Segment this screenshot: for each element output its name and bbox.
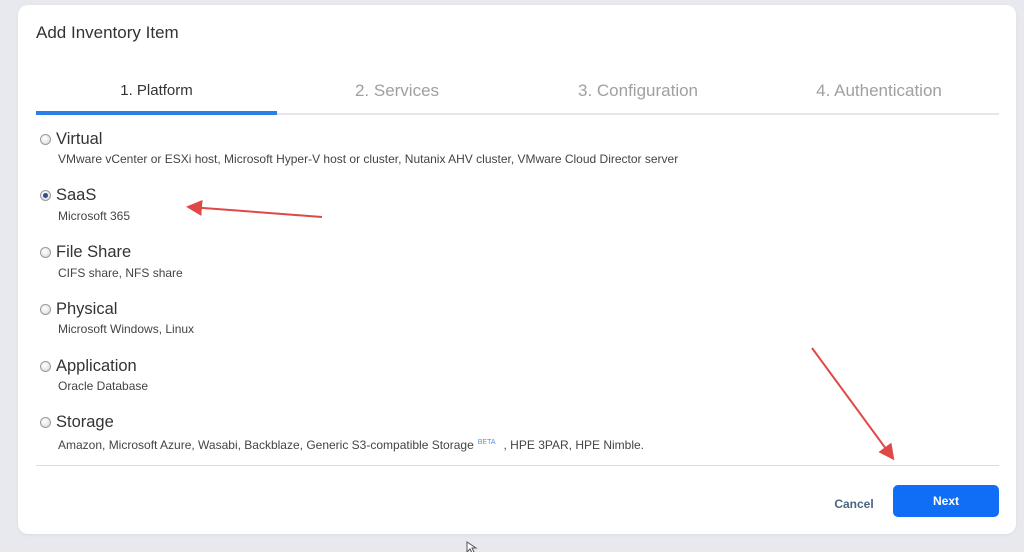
option-label[interactable]: Virtual — [56, 130, 102, 149]
radio-storage[interactable] — [40, 417, 51, 429]
platform-option-application[interactable]: Application Oracle Database — [40, 355, 980, 412]
beta-badge: BETA — [477, 438, 496, 446]
radio-file-share[interactable] — [40, 247, 51, 259]
storage-description-text: Amazon, Microsoft Azure, Wasabi, Backbla… — [58, 437, 474, 452]
option-description: Amazon, Microsoft Azure, Wasabi, Backbla… — [58, 438, 980, 452]
radio-virtual[interactable] — [40, 133, 51, 145]
option-description: Microsoft Windows, Linux — [58, 322, 195, 337]
option-description: Microsoft 365 — [58, 208, 131, 223]
option-label[interactable]: Application — [56, 357, 137, 376]
option-label[interactable]: Storage — [56, 413, 114, 432]
cancel-button[interactable]: Cancel — [818, 488, 890, 520]
storage-description-suffix: , HPE 3PAR, HPE Nimble. — [503, 437, 644, 452]
option-description: VMware vCenter or ESXi host, Microsoft H… — [58, 152, 679, 166]
tab-authentication[interactable]: 4. Authentication — [759, 67, 999, 113]
option-description: CIFS share, NFS share — [58, 265, 183, 280]
wizard-steps: 1. Platform 2. Services 3. Configuration… — [36, 67, 999, 115]
platform-option-storage[interactable]: Storage Amazon, Microsoft Azure, Wasabi,… — [40, 412, 980, 469]
platform-option-virtual[interactable]: Virtual VMware vCenter or ESXi host, Mic… — [40, 128, 980, 185]
option-label[interactable]: SaaS — [56, 186, 96, 205]
platform-option-file-share[interactable]: File Share CIFS share, NFS share — [40, 242, 980, 299]
option-label[interactable]: File Share — [56, 243, 131, 262]
radio-saas[interactable] — [40, 190, 51, 202]
platform-option-physical[interactable]: Physical Microsoft Windows, Linux — [40, 298, 980, 355]
next-button[interactable]: Next — [893, 485, 999, 517]
platform-options: Virtual VMware vCenter or ESXi host, Mic… — [40, 128, 980, 469]
tab-platform[interactable]: 1. Platform — [36, 67, 277, 115]
option-label[interactable]: Physical — [56, 300, 117, 319]
tab-services[interactable]: 2. Services — [277, 67, 517, 113]
radio-application[interactable] — [40, 360, 51, 372]
tab-configuration[interactable]: 3. Configuration — [517, 67, 759, 113]
platform-option-saas[interactable]: SaaS Microsoft 365 — [40, 185, 980, 242]
mouse-cursor-icon — [466, 541, 478, 552]
option-description: Oracle Database — [58, 379, 149, 394]
radio-physical[interactable] — [40, 303, 51, 315]
dialog-title: Add Inventory Item — [36, 23, 179, 42]
